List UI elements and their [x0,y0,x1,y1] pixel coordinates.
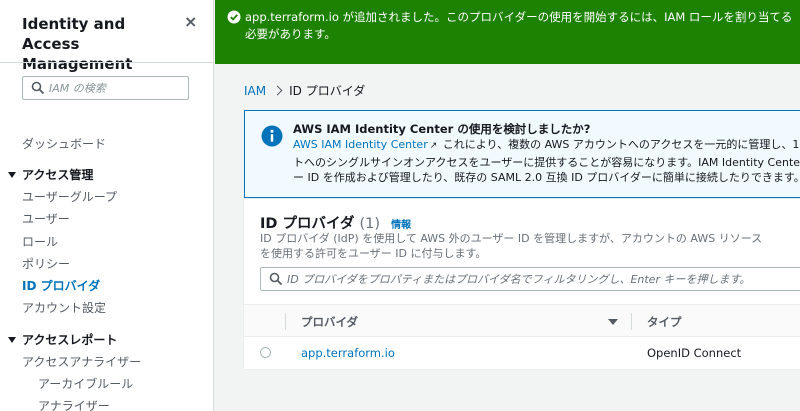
sidebar-search-input[interactable] [49,79,184,97]
info-title: AWS IAM Identity Center の使用を検討しましたか? [293,122,591,136]
sidebar-item-analyzers[interactable]: アナライザー [38,397,110,411]
breadcrumb: IAM ID プロバイダ [244,82,365,99]
provider-type: OpenID Connect [647,346,742,360]
info-icon [261,125,283,147]
info-line3: ー ID を作成および管理したり、既存の SAML 2.0 互換 ID プロバイ… [293,171,800,184]
search-icon [31,81,45,95]
flash-message: app.terraform.io が追加されました。このプロバイダーの使用を開始… [245,10,793,41]
column-divider [285,313,286,330]
identity-center-link[interactable]: AWS IAM Identity Center [293,138,428,151]
caret-down-icon [8,336,16,343]
sidebar-item-archive-rules[interactable]: アーカイブルール [38,375,133,392]
sidebar-item-user-groups[interactable]: ユーザーグループ [22,188,117,205]
provider-filter[interactable] [260,267,800,291]
sidebar-divider [0,62,214,63]
sidebar-item-identity-providers[interactable]: ID プロバイダ [22,277,100,294]
breadcrumb-iam-link[interactable]: IAM [244,84,266,98]
sidebar-section-access-reports[interactable]: アクセスレポート [8,331,117,348]
chevron-right-icon [272,85,283,96]
info-link[interactable]: 情報 [391,220,411,231]
sidebar-item-dashboard[interactable]: ダッシュボード [22,135,106,152]
sidebar-item-access-analyzer[interactable]: アクセスアナライザー [22,353,141,370]
provider-filter-input[interactable] [287,271,800,287]
panel-title: ID プロバイダ (1) 情報 [260,212,411,233]
table-row[interactable]: app.terraform.io OpenID Connect [244,337,800,369]
panel-description: ID プロバイダ (IdP) を使用して AWS 外のユーザー ID を管理しま… [260,232,763,260]
sidebar-item-policies[interactable]: ポリシー [22,255,70,272]
column-divider [631,313,632,330]
identity-center-info-alert: AWS IAM Identity Center の使用を検討しましたか? AWS… [244,110,800,198]
sidebar-item-users[interactable]: ユーザー [22,210,70,227]
info-line1: これにより、複数の AWS アカウントへのアクセスを一元的に管理し、1 つの [439,138,800,151]
breadcrumb-current: ID プロバイダ [289,84,366,98]
search-icon [269,272,283,286]
sidebar-section-access-management[interactable]: アクセス管理 [8,166,93,183]
sidebar-item-roles[interactable]: ロール [22,233,58,250]
info-line2: トへのシングルサインオンアクセスをユーザーに提供することが容易になります。IAM… [293,155,800,169]
provider-name-link[interactable]: app.terraform.io [301,346,395,360]
identity-providers-panel: ID プロバイダ (1) 情報 ID プロバイダ (IdP) を使用して AWS… [244,198,800,369]
info-body: AWS IAM Identity Center ↗ これにより、複数の AWS ア… [293,137,800,186]
sidebar-section-label: アクセスレポート [22,333,118,347]
caret-down-icon [8,171,16,178]
column-header-provider[interactable]: プロバイダ [301,314,358,330]
sidebar-item-account-settings[interactable]: アカウント設定 [22,299,106,316]
table-header: プロバイダ タイプ [244,304,800,337]
external-link-icon: ↗ [429,141,438,151]
provider-count: (1) [359,216,381,232]
sidebar-section-label: アクセス管理 [22,168,94,182]
sidebar: Identity and Access Management (IAM) × ダ… [0,0,214,411]
close-icon[interactable]: × [184,12,197,31]
panel-title-text: ID プロバイダ [260,216,355,232]
success-flashbar: app.terraform.io が追加されました。このプロバイダーの使用を開始… [215,0,800,64]
sidebar-search[interactable] [22,76,189,100]
sort-descending-icon[interactable] [608,319,618,325]
row-select-radio[interactable] [260,347,271,358]
column-header-type[interactable]: タイプ [647,314,682,330]
success-check-icon [227,10,241,24]
